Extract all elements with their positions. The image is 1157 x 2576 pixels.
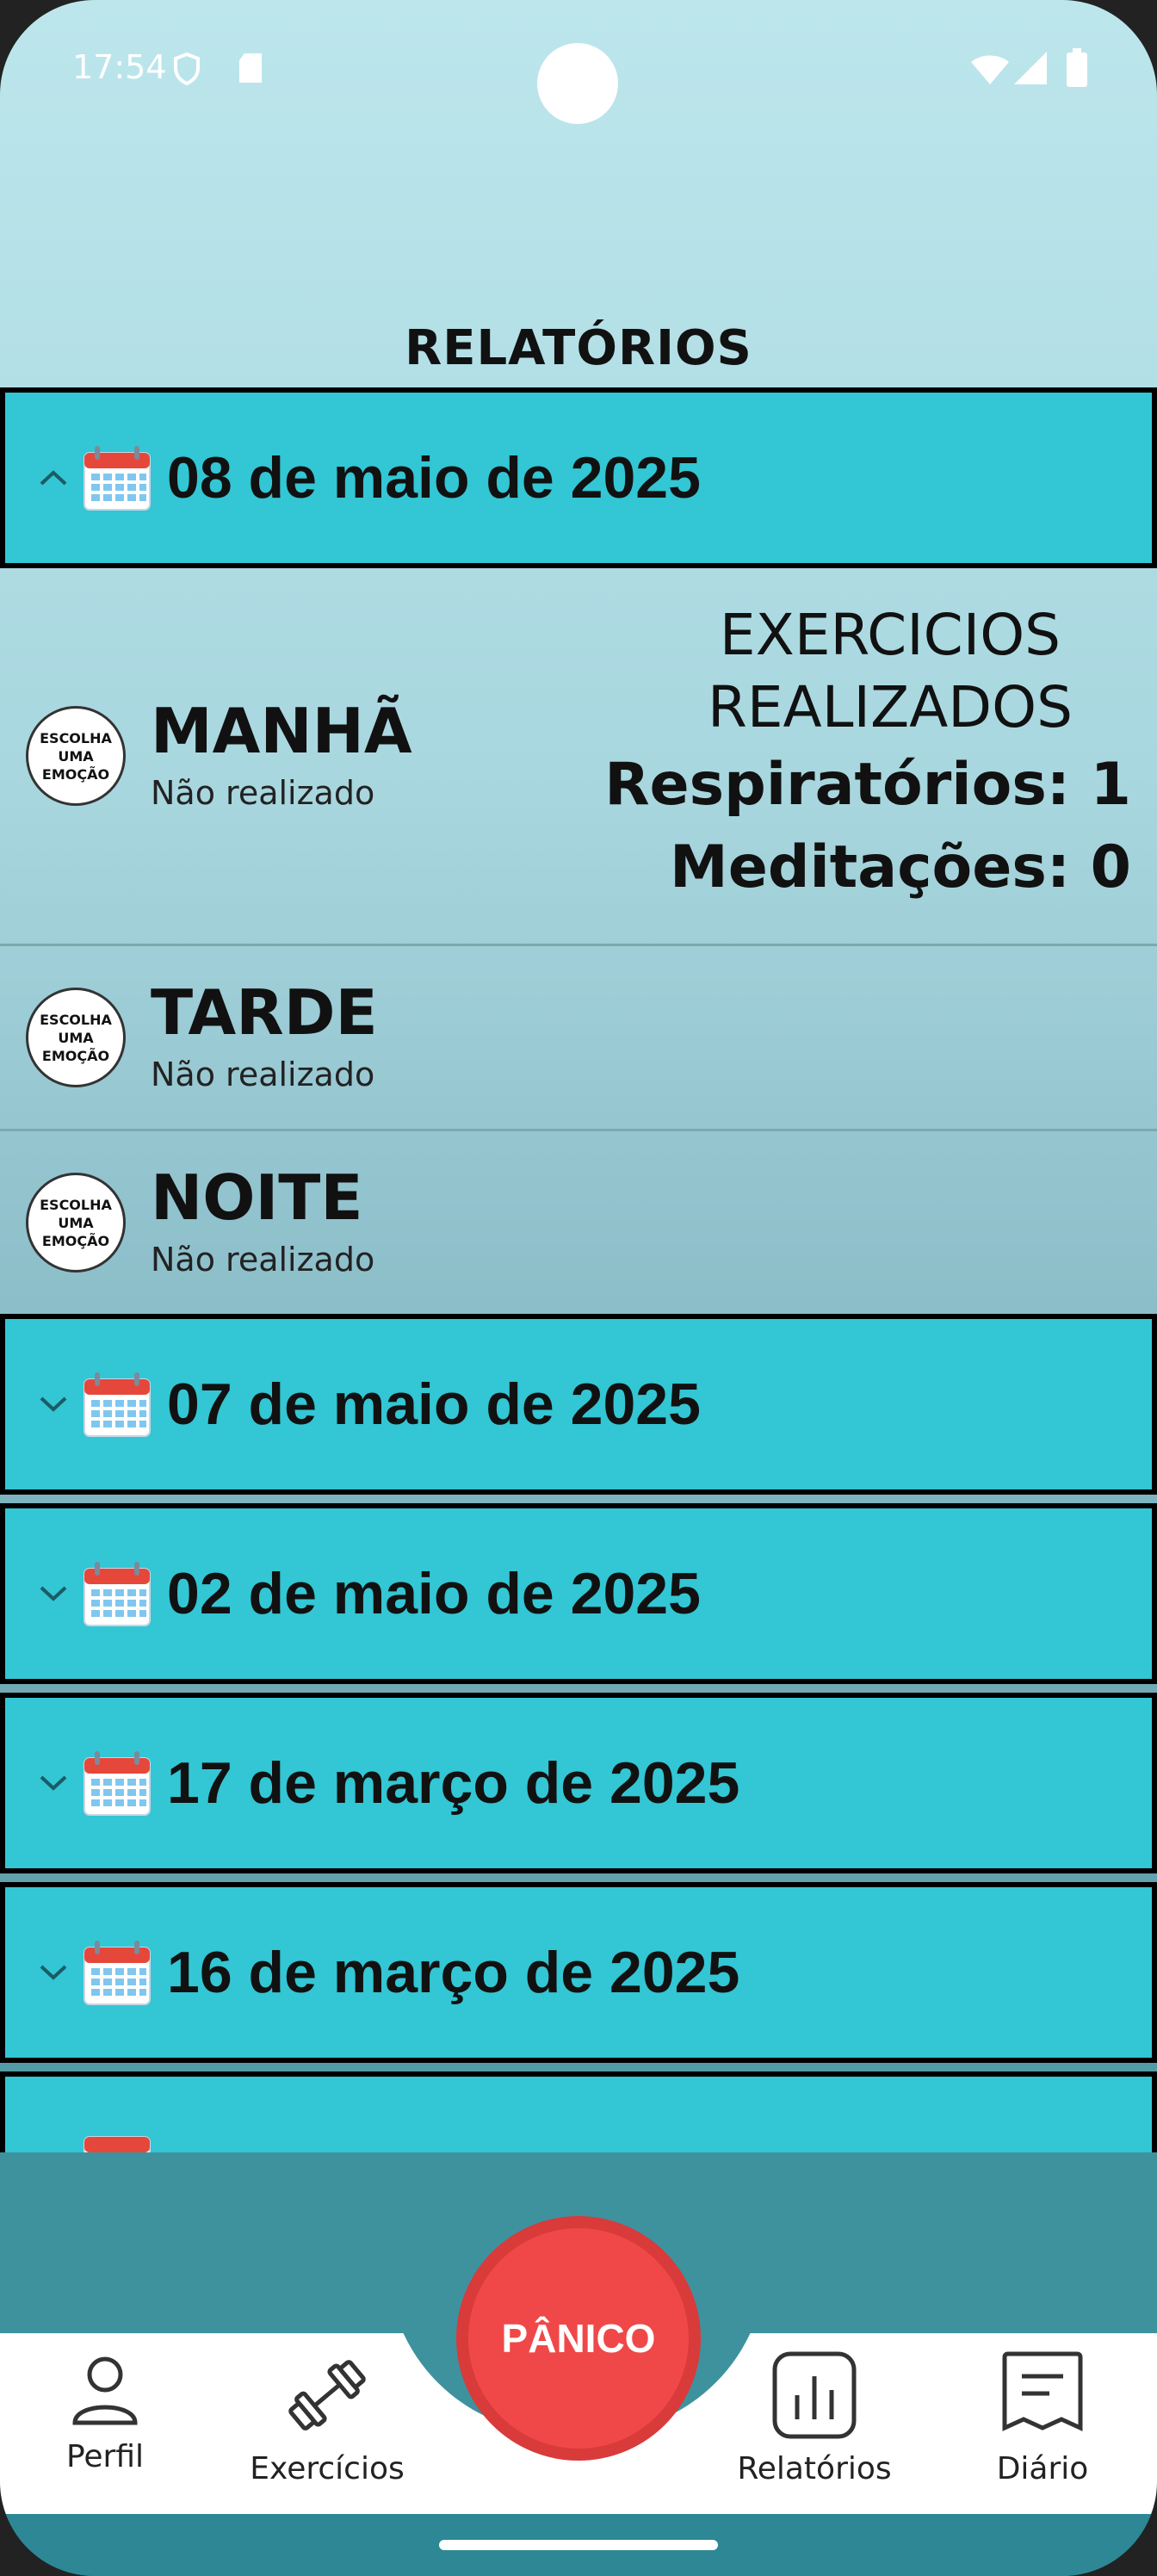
- date-header[interactable]: [0, 2071, 1157, 2152]
- profile-icon: [66, 2356, 144, 2436]
- nav-label: Exercícios: [250, 2451, 405, 2486]
- nav-label: Diário: [996, 2451, 1089, 2486]
- period-name: TARDE: [151, 976, 378, 1049]
- nav-diary[interactable]: Diário: [987, 2350, 1098, 2486]
- badge-line: UMA: [58, 1214, 94, 1231]
- chevron-down-icon: [31, 1774, 76, 1793]
- period-row-morning: ESCOLHA UMA EMOÇÃO MANHÃ Não realizado EXE…: [0, 568, 1157, 946]
- calendar-icon: [83, 1371, 152, 1438]
- exercises-summary: EXERCICIOS REALIZADOS Respiratórios: 1 M…: [604, 599, 1131, 909]
- badge-line: ESCOLHA: [40, 1196, 112, 1213]
- choose-emotion-button[interactable]: ESCOLHA UMA EMOÇÃO: [26, 988, 126, 1087]
- app-screen: 17:54 RELATÓRIOS 08 de maio de 2025 ESCO…: [0, 0, 1157, 2576]
- date-header[interactable]: 07 de maio de 2025: [0, 1314, 1157, 1495]
- date-header[interactable]: 16 de março de 2025: [0, 1882, 1157, 2063]
- date-label: 16 de março de 2025: [167, 1940, 740, 2005]
- day-details: ESCOLHA UMA EMOÇÃO MANHÃ Não realizado EXE…: [0, 568, 1157, 1314]
- panic-button[interactable]: PÂNICO: [456, 2216, 701, 2461]
- badge-line: EMOÇÃO: [41, 765, 110, 783]
- badge-line: ESCOLHA: [40, 1011, 112, 1028]
- calendar-icon: [83, 1939, 152, 2006]
- choose-emotion-button[interactable]: ESCOLHA UMA EMOÇÃO: [26, 1173, 126, 1273]
- date-header[interactable]: 02 de maio de 2025: [0, 1503, 1157, 1684]
- page-title: RELATÓRIOS: [405, 320, 752, 376]
- shield-icon: [172, 52, 201, 90]
- period-text: TARDE Não realizado: [151, 981, 378, 1093]
- date-label: 07 de maio de 2025: [167, 1372, 701, 1437]
- date-label: 08 de maio de 2025: [167, 445, 701, 511]
- period-status: Não realizado: [151, 774, 375, 812]
- dumbbell-icon: [280, 2360, 374, 2448]
- date-label: 02 de maio de 2025: [167, 1561, 701, 1626]
- period-name: NOITE: [151, 1161, 363, 1234]
- nav-exercises[interactable]: Exercícios: [241, 2350, 413, 2486]
- date-header[interactable]: 17 de março de 2025: [0, 1693, 1157, 1873]
- camera-cutout: [537, 43, 618, 124]
- calendar-icon: [83, 2128, 152, 2152]
- badge-line: UMA: [58, 747, 94, 765]
- status-bar: 17:54: [0, 0, 1157, 138]
- period-text: NOITE Não realizado: [151, 1167, 374, 1279]
- diary-icon: [999, 2351, 1086, 2448]
- wifi-icon: [969, 52, 1011, 90]
- choose-emotion-button[interactable]: ESCOLHA UMA EMOÇÃO: [26, 706, 126, 806]
- signal-icon: [1012, 50, 1049, 90]
- exercises-title-line: EXERCICIOS: [719, 602, 1061, 668]
- calendar-icon: [83, 1560, 152, 1627]
- breathing-count: Respiratórios: 1: [604, 751, 1131, 819]
- period-status: Não realizado: [151, 1241, 375, 1279]
- chevron-up-icon: [31, 468, 76, 487]
- badge-line: UMA: [58, 1029, 94, 1046]
- sd-card-icon: [238, 52, 263, 88]
- date-header[interactable]: 08 de maio de 2025: [0, 387, 1157, 568]
- badge-line: ESCOLHA: [40, 729, 112, 746]
- chevron-down-icon: [31, 1395, 76, 1414]
- period-status: Não realizado: [151, 1056, 375, 1093]
- period-row-afternoon: ESCOLHA UMA EMOÇÃO TARDE Não realizado: [0, 946, 1157, 1131]
- badge-line: EMOÇÃO: [41, 1047, 110, 1064]
- period-row-night: ESCOLHA UMA EMOÇÃO NOITE Não realizado: [0, 1131, 1157, 1314]
- period-name: MANHÃ: [151, 695, 412, 767]
- nav-label: Relatórios: [737, 2451, 892, 2486]
- bar-chart-icon: [771, 2351, 857, 2448]
- status-time: 17:54: [72, 48, 167, 86]
- calendar-icon: [83, 1749, 152, 1817]
- chevron-down-icon: [31, 1584, 76, 1603]
- battery-icon: [1066, 48, 1088, 91]
- calendar-icon: [83, 444, 152, 511]
- meditation-count: Meditações: 0: [670, 833, 1131, 901]
- period-text: MANHÃ Não realizado: [151, 700, 412, 812]
- nav-reports[interactable]: Relatórios: [728, 2350, 900, 2486]
- home-indicator[interactable]: [439, 2540, 718, 2550]
- date-label: 17 de março de 2025: [167, 1750, 740, 1816]
- nav-profile[interactable]: Perfil: [53, 2350, 157, 2474]
- badge-line: EMOÇÃO: [41, 1232, 110, 1249]
- reports-list[interactable]: 08 de maio de 2025 ESCOLHA UMA EMOÇÃO MANH…: [0, 387, 1157, 2152]
- exercises-title-line: REALIZADOS: [708, 674, 1073, 740]
- chevron-down-icon: [31, 1963, 76, 1982]
- nav-label: Perfil: [65, 2439, 145, 2474]
